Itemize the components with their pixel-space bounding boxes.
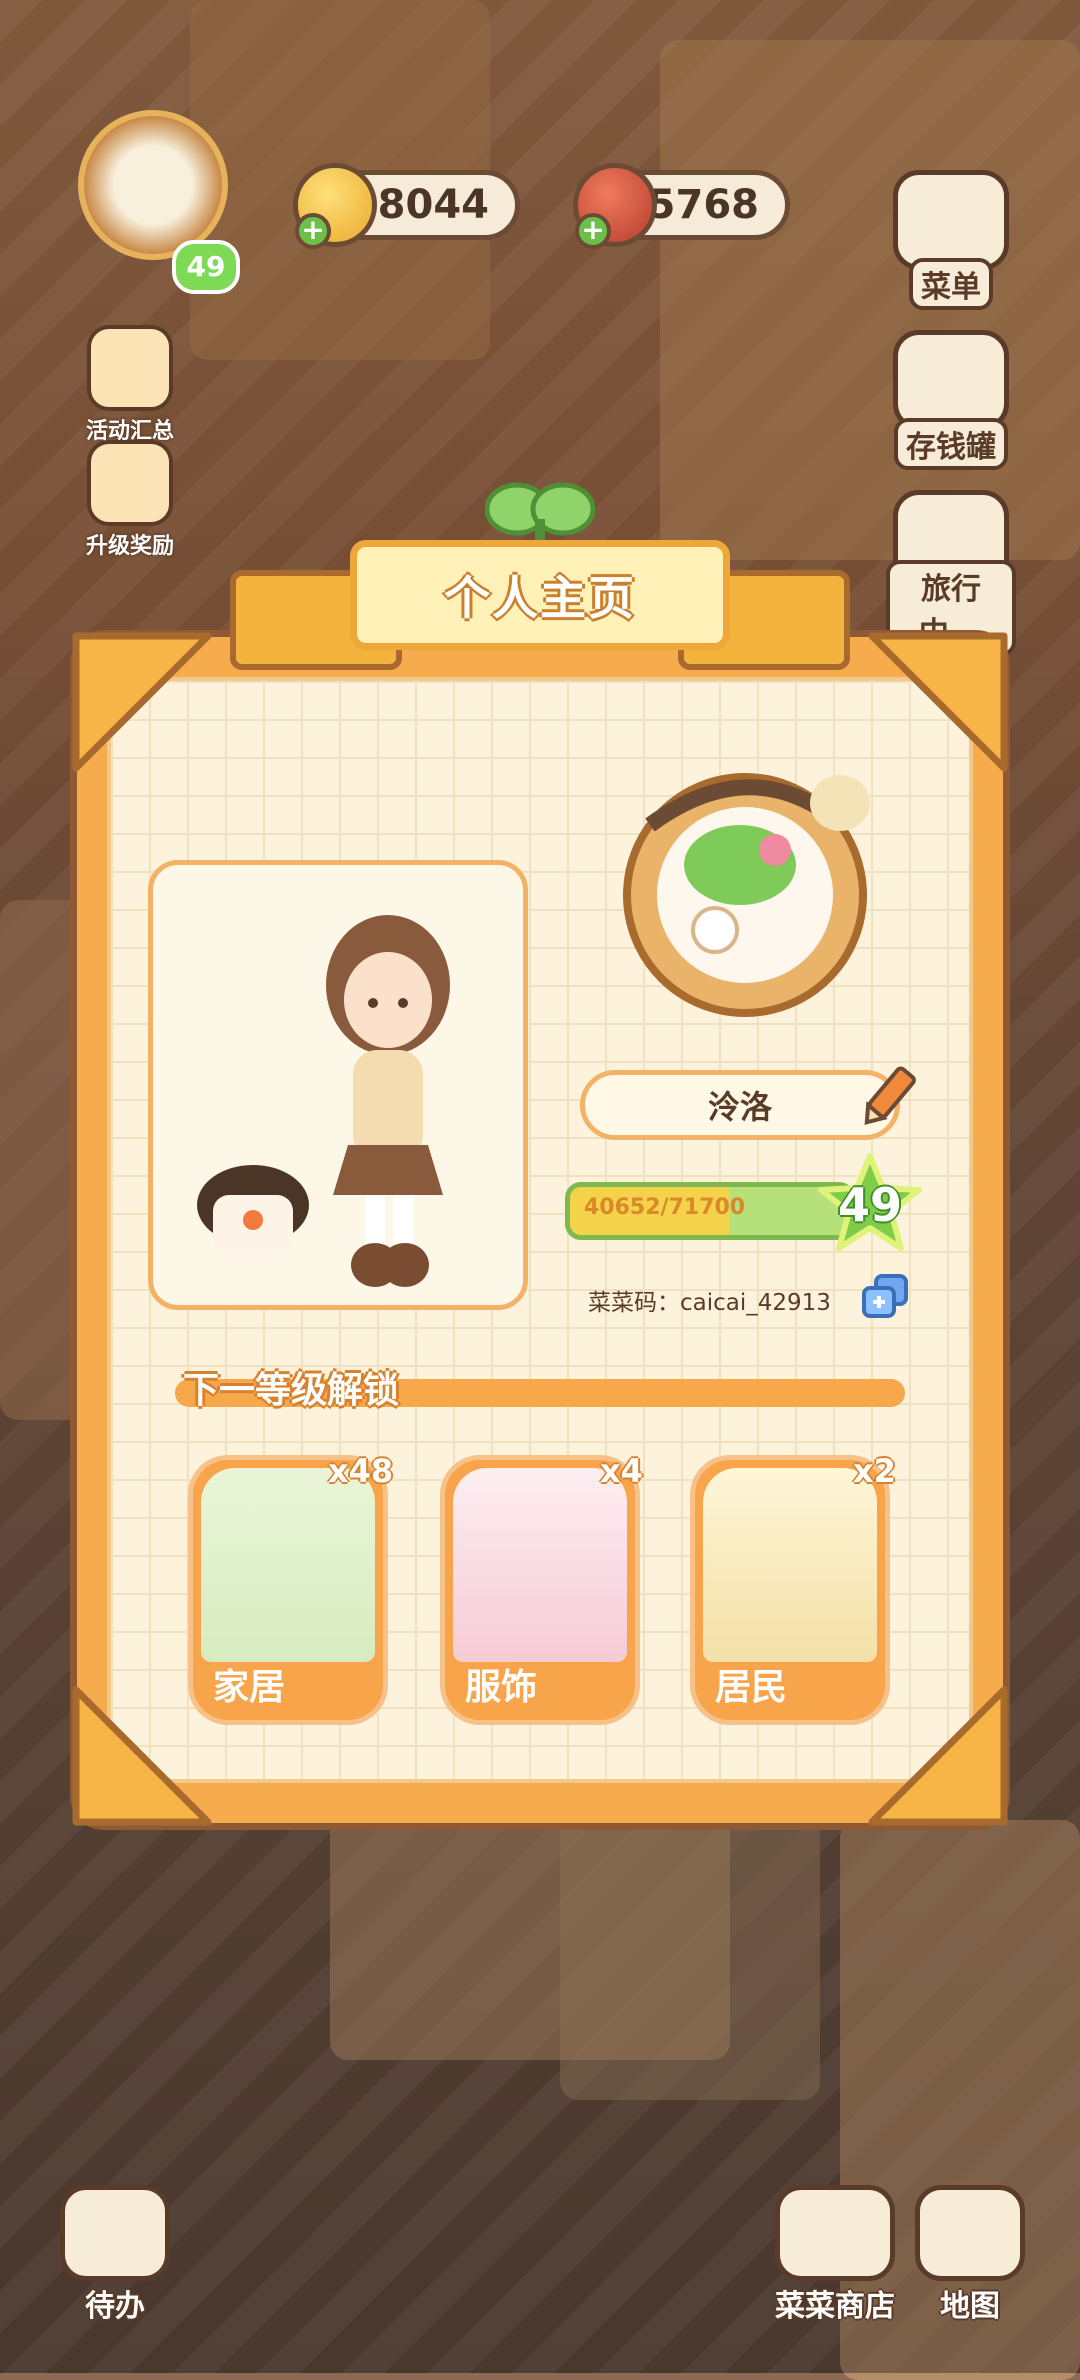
shop-button[interactable]: 菜菜商店 xyxy=(760,2185,910,2325)
unlock-card-clothing[interactable]: 服饰 xyxy=(440,1455,640,1725)
player-name-field[interactable]: 泠洛 xyxy=(580,1070,900,1140)
player-code-label: 菜菜码： xyxy=(588,1290,680,1316)
meat-counter[interactable]: + 5768 xyxy=(573,163,790,249)
character-illustration xyxy=(197,915,450,1287)
edit-pencil-icon[interactable] xyxy=(860,1062,916,1132)
residents-icon xyxy=(703,1468,877,1662)
profile-title-box: 个人主页 xyxy=(350,540,730,650)
shop-label: 菜菜商店 xyxy=(775,2289,895,2324)
player-avatar[interactable] xyxy=(78,110,228,260)
unlock-count: x48 xyxy=(328,1452,394,1490)
map-button[interactable]: 地图 xyxy=(915,2185,1025,2325)
level-rewards-label: 升级奖励 xyxy=(85,534,174,559)
coin-counter[interactable]: + 8044 xyxy=(293,163,520,249)
clothing-icon xyxy=(453,1468,627,1662)
piggy-bank-label: 存钱罐 xyxy=(894,418,1008,470)
menu-icon xyxy=(893,170,1009,270)
furniture-icon xyxy=(201,1468,375,1662)
add-coins-icon[interactable]: + xyxy=(295,213,331,249)
unlock-card-furniture[interactable]: 家居 xyxy=(188,1455,388,1725)
shop-icon xyxy=(775,2185,895,2281)
level-number: 49 xyxy=(837,1178,902,1232)
meat-amount: 5768 xyxy=(647,182,759,228)
events-icon xyxy=(87,325,173,411)
unlock-card-label: 家居 xyxy=(213,1667,286,1708)
copy-icon[interactable] xyxy=(860,1272,910,1320)
map-label: 地图 xyxy=(940,2289,1000,2324)
player-name: 泠洛 xyxy=(707,1088,772,1126)
add-meat-icon[interactable]: + xyxy=(575,213,611,249)
map-icon xyxy=(915,2185,1025,2281)
player-code: 菜菜码：caicai_42913 xyxy=(588,1283,831,1317)
title-banner: 个人主页 xyxy=(230,482,850,670)
coin-amount: 8044 xyxy=(377,182,489,228)
player-code-value: caicai_42913 xyxy=(680,1290,831,1316)
level-rewards-button[interactable]: 升级奖励 xyxy=(70,440,190,560)
events-summary-button[interactable]: 活动汇总 xyxy=(70,325,190,445)
profile-title: 个人主页 xyxy=(444,571,636,625)
unlock-card-residents[interactable]: 居民 xyxy=(690,1455,890,1725)
unlock-card-label: 居民 xyxy=(715,1667,788,1708)
corner-decoration-top-right xyxy=(862,628,1012,778)
unlock-count: x2 xyxy=(853,1452,896,1490)
todo-icon xyxy=(60,2185,170,2281)
unlock-count: x4 xyxy=(600,1452,643,1490)
piggy-bank-button[interactable]: 存钱罐 xyxy=(886,330,1016,470)
level-up-icon xyxy=(87,440,173,526)
experience-text: 40652/71700 xyxy=(584,1195,746,1220)
todo-label: 待办 xyxy=(85,2289,145,2324)
menu-label: 菜单 xyxy=(909,258,993,310)
piggy-bank-icon xyxy=(893,330,1009,430)
unlock-card-label: 服饰 xyxy=(465,1667,538,1708)
menu-button[interactable]: 菜单 xyxy=(886,170,1016,310)
player-level-badge: 49 xyxy=(172,240,240,294)
next-level-unlock-header: 下一等级解锁 xyxy=(175,1365,905,1411)
todo-button[interactable]: 待办 xyxy=(55,2185,175,2325)
character-preview[interactable] xyxy=(148,860,528,1310)
corner-decoration-top-left xyxy=(68,628,218,778)
plate-avatar-frame[interactable] xyxy=(610,755,880,1025)
experience-bar: 40652/71700 xyxy=(565,1182,855,1240)
unlock-heading: 下一等级解锁 xyxy=(183,1370,400,1411)
